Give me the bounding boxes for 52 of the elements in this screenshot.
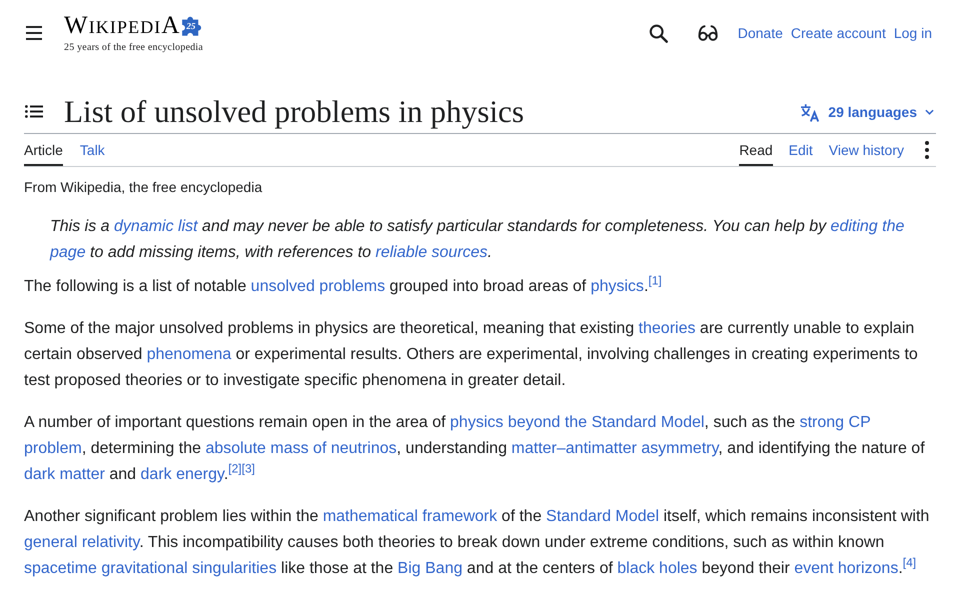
inline-link[interactable]: theories (638, 320, 696, 337)
inline-link[interactable]: phenomena (146, 346, 232, 363)
site-subtitle: From Wikipedia, the free encyclopedia (24, 178, 264, 197)
menu-icon[interactable] (26, 26, 42, 40)
reference-link[interactable]: [1] (648, 274, 662, 288)
inline-link[interactable]: unsolved problems (250, 278, 386, 295)
inline-link[interactable]: strong CP (800, 414, 870, 431)
logo-tagline: 25 years of the free encyclopedia (64, 42, 204, 54)
namespace-tab[interactable]: Talk (80, 134, 105, 166)
body-paragraph: Some of the major unsolved problems in physics are theoretical, meaning that existing theories are currently unable to explain certain observed phenomena or experimental results. Others are experimental, involving challenges in creating experiments to test proposed theories or to investigate specific phenomena in greater detail. (24, 319, 919, 391)
body-paragraph: The following is a list of notable unsolved problems grouped into broad areas of physics.$^{[1]}$ (24, 274, 663, 297)
inline-link[interactable]: Big Bang (398, 560, 462, 577)
more-icon[interactable] (925, 141, 929, 159)
inline-link[interactable]: Standard Model (546, 508, 659, 525)
inline-link[interactable]: spacetime gravitational singularities (24, 560, 277, 577)
inline-link[interactable]: absolute mass of neutrinos (205, 440, 397, 457)
puzzle-piece-icon (180, 15, 204, 37)
toc-list-icon[interactable] (25, 105, 43, 118)
reference-link[interactable]: [2] (228, 462, 242, 476)
inline-link[interactable]: physics (590, 278, 644, 295)
body-paragraph: Another significant problem lies within the mathematical framework of the Standard Model itself, which remains inconsistent with general relativity. This incompatibility causes both theories to break down under extreme conditions, such as within known spacetime gravitational singularities like those at the Big Bang and at the centers of black holes beyond their event horizons.$^{[4]}$ (24, 507, 930, 579)
header-link[interactable]: Create account (790, 23, 886, 43)
reference-link[interactable]: [4] (902, 556, 916, 570)
languages-button[interactable]: 29 languages (800, 102, 936, 122)
wikipedia-wordmark[interactable]: WikipediA (64, 12, 181, 40)
inline-link[interactable]: page (50, 244, 86, 261)
inline-link[interactable]: mathematical framework (322, 508, 498, 525)
namespace-tab[interactable]: Article (24, 134, 63, 166)
view-tab[interactable]: Edit (788, 134, 813, 166)
glasses-icon[interactable] (698, 25, 718, 41)
notice-text: This is a dynamic list and may never be able to satisfy particular standards for completeness. You can help by editing the page to add missing items, with references to reliable sources. (48, 217, 906, 263)
reference-link[interactable]: [3] (242, 462, 255, 476)
inline-link[interactable]: general relativity (24, 534, 140, 551)
search-icon[interactable] (648, 24, 668, 42)
view-tab[interactable]: View history (828, 134, 904, 166)
page-title: List of unsolved problems in physics (64, 93, 524, 131)
translate-icon (800, 102, 820, 122)
inline-link[interactable]: event horizons (794, 560, 898, 577)
inline-link[interactable]: reliable sources (376, 244, 488, 261)
inline-link[interactable]: physics beyond the Standard Model (450, 414, 704, 431)
view-tab[interactable]: Read (739, 134, 773, 166)
inline-link[interactable]: dark energy (140, 466, 224, 483)
inline-link[interactable]: black holes (617, 560, 698, 577)
logo-badge-text: 25 (186, 21, 196, 31)
inline-link[interactable]: dark matter (24, 466, 105, 483)
inline-link[interactable]: problem (24, 440, 82, 457)
chevron-down-icon (925, 109, 934, 115)
inline-link[interactable]: dynamic list (114, 218, 198, 235)
inline-link[interactable]: editing the (830, 218, 904, 235)
header-link[interactable]: Log in (894, 23, 932, 43)
inline-link[interactable]: matter–antimatter asymmetry (511, 440, 718, 457)
header-link[interactable]: Donate (738, 23, 783, 43)
